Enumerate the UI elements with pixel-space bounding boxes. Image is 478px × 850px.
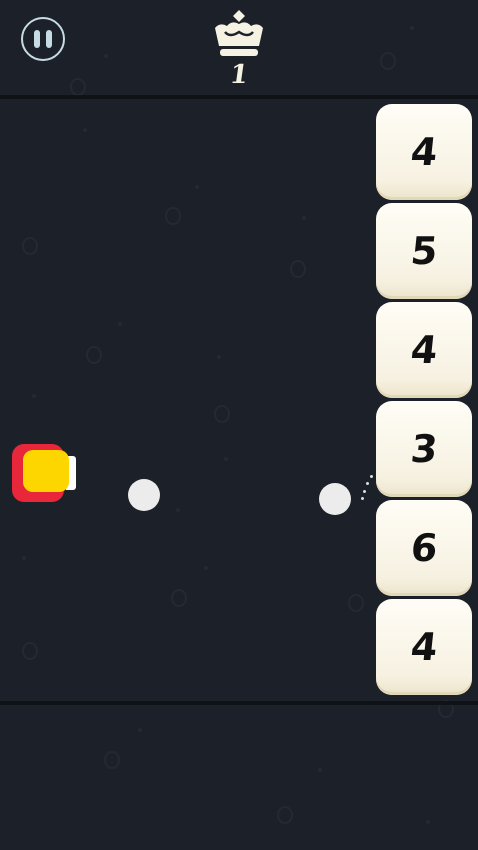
score-counter: 1 bbox=[227, 60, 251, 90]
number-block: 4 bbox=[376, 302, 472, 398]
number-block: 3 bbox=[376, 401, 472, 497]
block-value: 5 bbox=[408, 229, 440, 273]
crown-icon bbox=[215, 10, 263, 56]
top-bar: 1 bbox=[0, 0, 478, 96]
pause-button[interactable] bbox=[21, 17, 65, 61]
number-block: 6 bbox=[376, 500, 472, 596]
block-value: 3 bbox=[408, 427, 440, 471]
number-block: 5 bbox=[376, 203, 472, 299]
block-value: 4 bbox=[408, 328, 440, 372]
player-cube[interactable] bbox=[12, 444, 76, 502]
ball bbox=[319, 483, 351, 515]
number-block: 4 bbox=[376, 104, 472, 200]
number-block: 4 bbox=[376, 599, 472, 695]
block-value: 4 bbox=[408, 625, 440, 669]
top-divider bbox=[0, 95, 478, 99]
bottom-divider bbox=[0, 701, 478, 705]
ball bbox=[128, 479, 160, 511]
block-value: 6 bbox=[408, 526, 440, 570]
block-value: 4 bbox=[408, 130, 440, 174]
